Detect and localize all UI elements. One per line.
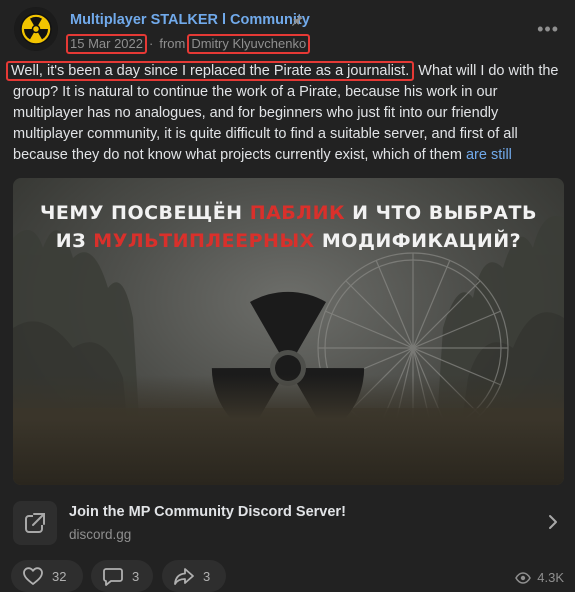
views-counter: 4.3K bbox=[515, 570, 564, 585]
chevron-right-icon bbox=[549, 515, 557, 529]
post-date[interactable]: 15 Mar 2022 bbox=[66, 34, 147, 54]
ground-overlay bbox=[13, 375, 564, 485]
share-icon bbox=[174, 568, 194, 585]
image-text-accent: ПАБЛИК bbox=[249, 202, 346, 224]
views-count: 4.3K bbox=[537, 570, 564, 585]
image-text-accent: МУЛЬТИПЛЕЕРНЫХ bbox=[93, 230, 315, 252]
wall-post: Multiplayer STALKER l Community 15 Mar 2… bbox=[0, 0, 575, 592]
author-link[interactable]: Dmitry Klyuvchenko bbox=[187, 34, 311, 54]
image-text: ИЗ bbox=[55, 230, 94, 252]
image-text: И ЧТО ВЫБРАТЬ bbox=[345, 202, 537, 224]
comment-icon bbox=[103, 568, 123, 586]
comment-count: 3 bbox=[132, 568, 140, 584]
pin-icon bbox=[292, 14, 303, 26]
link-domain: discord.gg bbox=[69, 527, 132, 542]
image-text: МОДИФИКАЦИЙ? bbox=[314, 230, 522, 252]
share-button[interactable]: 3 bbox=[162, 560, 226, 592]
share-count: 3 bbox=[203, 568, 211, 584]
image-title-line-2: ИЗ МУЛЬТИПЛЕЕРНЫХ МОДИФИКАЦИЙ? bbox=[13, 230, 564, 252]
like-button[interactable]: 32 bbox=[11, 560, 83, 592]
more-options-icon[interactable]: ••• bbox=[537, 20, 559, 38]
group-avatar[interactable] bbox=[14, 7, 58, 51]
group-name-link[interactable]: Multiplayer STALKER l Community bbox=[70, 12, 310, 28]
post-text: Well, it's been a day since I replaced t… bbox=[6, 61, 565, 166]
show-more-link[interactable]: are still bbox=[466, 147, 512, 163]
comment-button[interactable]: 3 bbox=[91, 560, 153, 592]
post-meta: 15 Mar 2022 · from Dmitry Klyuvchenko bbox=[66, 34, 311, 54]
heart-icon bbox=[23, 567, 43, 585]
image-text: ЧЕМУ ПОСВЕЩЁН bbox=[40, 202, 250, 224]
post-text-highlight: Well, it's been a day since I replaced t… bbox=[6, 61, 415, 81]
link-attachment[interactable]: Join the MP Community Discord Server! di… bbox=[13, 492, 564, 552]
from-label: from bbox=[159, 36, 186, 51]
link-title[interactable]: Join the MP Community Discord Server! bbox=[69, 504, 346, 520]
image-title-line-1: ЧЕМУ ПОСВЕЩЁН ПАБЛИК И ЧТО ВЫБРАТЬ bbox=[13, 202, 564, 224]
external-link-icon bbox=[13, 501, 57, 545]
eye-icon bbox=[515, 571, 532, 584]
like-count: 32 bbox=[52, 568, 67, 584]
post-image[interactable]: ЧЕМУ ПОСВЕЩЁН ПАБЛИК И ЧТО ВЫБРАТЬ ИЗ МУ… bbox=[13, 178, 564, 485]
radiation-logo-icon bbox=[14, 7, 58, 51]
meta-separator: · bbox=[149, 36, 154, 51]
